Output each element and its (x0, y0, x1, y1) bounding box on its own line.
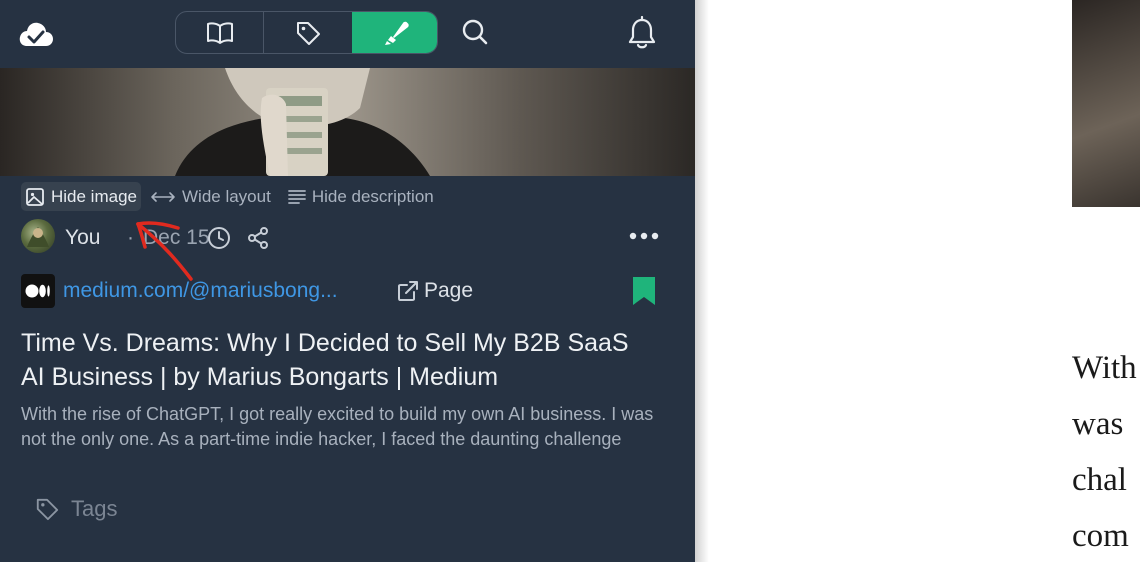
panel-shadow (695, 0, 709, 562)
article-line: chal (1072, 462, 1127, 498)
card-display-options: Hide image Wide layout Hide description (21, 182, 438, 211)
article-line: was (1072, 406, 1124, 442)
source-link[interactable]: medium.com/@mariusbong... (63, 279, 338, 303)
top-bar (0, 0, 695, 68)
article-title[interactable]: Time Vs. Dreams: Why I Decided to Sell M… (21, 326, 651, 394)
open-page-link[interactable]: Page (397, 279, 473, 303)
search-icon[interactable] (461, 18, 489, 51)
tag-icon (36, 498, 59, 521)
avatar[interactable] (21, 219, 55, 253)
image-icon (26, 187, 44, 206)
external-link-icon (398, 281, 418, 301)
highlighter-icon (384, 21, 409, 45)
article-description: With the rise of ChatGPT, I got really e… (21, 404, 654, 449)
wide-layout-label: Wide layout (182, 186, 271, 206)
hide-image-label: Hide image (51, 186, 137, 206)
more-icon[interactable] (629, 229, 659, 248)
card-meta-row: You · Dec 15 (21, 219, 671, 257)
source-row: medium.com/@mariusbong... Page (21, 274, 671, 310)
bookmark-icon[interactable] (632, 276, 656, 311)
hide-description-button[interactable]: Hide description (284, 182, 438, 211)
article-line: With (1072, 350, 1137, 386)
page-label: Page (424, 279, 474, 302)
arrows-horizontal-icon (151, 191, 175, 202)
tag-icon (297, 21, 320, 45)
meta-separator: · (127, 226, 134, 249)
share-icon[interactable] (246, 226, 270, 255)
side-panel: Hide image Wide layout Hide description … (0, 0, 695, 562)
bell-icon[interactable] (627, 15, 657, 55)
tags-label: Tags (71, 496, 118, 521)
cover-image (0, 68, 695, 176)
author-name[interactable]: You (65, 226, 100, 250)
saved-date: Dec 15 (143, 226, 210, 249)
article-line: com (1072, 518, 1129, 554)
tab-tags[interactable] (264, 12, 352, 53)
wide-layout-button[interactable]: Wide layout (146, 182, 275, 211)
lines-icon (287, 189, 306, 204)
cloud-check-icon[interactable] (18, 20, 54, 53)
clock-icon[interactable] (207, 226, 231, 255)
medium-logo-icon (21, 274, 55, 308)
article-body: With was chal com (1072, 340, 1137, 564)
view-switcher (175, 11, 438, 54)
article-image (1072, 0, 1140, 207)
tags-button[interactable]: Tags (35, 496, 117, 522)
hide-image-button[interactable]: Hide image (21, 182, 141, 211)
hide-description-label: Hide description (311, 186, 434, 206)
book-icon (206, 21, 233, 44)
tab-highlights[interactable] (352, 12, 437, 53)
tab-reader[interactable] (176, 12, 264, 53)
